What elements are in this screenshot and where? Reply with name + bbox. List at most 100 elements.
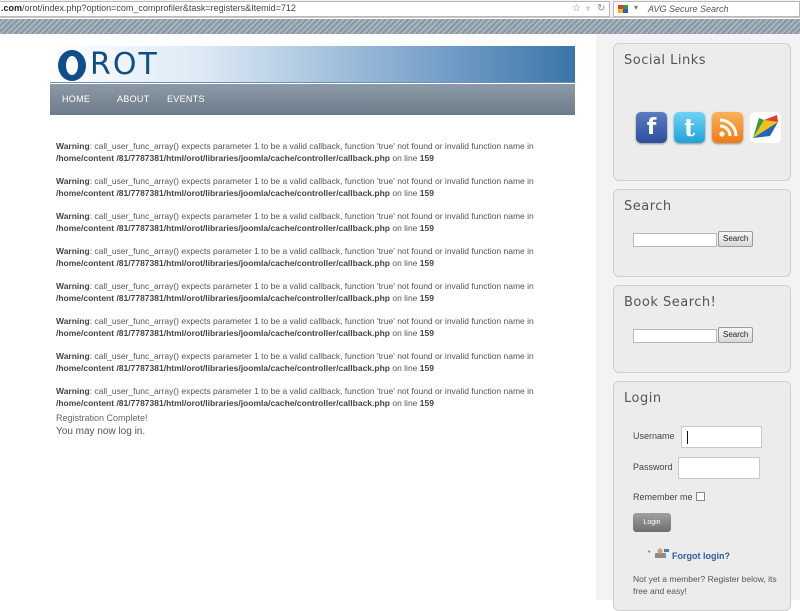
login-button[interactable]: Login bbox=[633, 513, 671, 532]
warning-online: on line bbox=[389, 153, 420, 163]
warning-label: Warning bbox=[56, 211, 90, 221]
social-icon-row: f t bbox=[636, 112, 781, 143]
address-bar[interactable]: .com/orot/index.php?option=com_comprofil… bbox=[0, 1, 610, 17]
warning-message: Warning: call_user_func_array() expects … bbox=[56, 315, 571, 339]
warning-path: /home/content /81/7787381/html/orot/libr… bbox=[56, 258, 390, 268]
password-label: Password bbox=[633, 462, 673, 472]
book-search-module: Book Search! Search bbox=[613, 285, 791, 373]
site-banner: ROT bbox=[50, 46, 575, 83]
remember-me-checkbox[interactable] bbox=[696, 492, 705, 501]
nav-home[interactable]: HOME bbox=[62, 94, 90, 104]
warning-message: Warning: call_user_func_array() expects … bbox=[56, 175, 571, 199]
warning-label: Warning bbox=[56, 141, 90, 151]
warning-path: /home/content /81/7787381/html/orot/libr… bbox=[56, 188, 390, 198]
main-nav: HOME ABOUT EVENTS bbox=[50, 84, 575, 115]
warning-text: : call_user_func_array() expects paramet… bbox=[89, 316, 534, 326]
browser-search-box[interactable]: ▾ AVG Secure Search bbox=[613, 1, 800, 17]
url-text: .com/orot/index.php?option=com_comprofil… bbox=[1, 3, 296, 13]
warning-path: /home/content /81/7787381/html/orot/libr… bbox=[56, 328, 390, 338]
warning-list: Warning: call_user_func_array() expects … bbox=[56, 140, 571, 409]
logo-o-mark bbox=[58, 49, 86, 81]
warning-label: Warning bbox=[56, 351, 90, 361]
avg-logo-icon bbox=[618, 5, 628, 14]
warning-online: on line bbox=[389, 398, 420, 408]
browser-search-placeholder: AVG Secure Search bbox=[648, 4, 729, 14]
book-search-input[interactable] bbox=[633, 329, 717, 343]
warning-label: Warning bbox=[56, 176, 90, 186]
google-buzz-icon[interactable] bbox=[750, 112, 781, 143]
warning-text: : call_user_func_array() expects paramet… bbox=[89, 246, 534, 256]
warning-text: : call_user_func_array() expects paramet… bbox=[89, 386, 534, 396]
social-links-module: Social Links f t bbox=[613, 43, 791, 181]
reload-icon[interactable]: ↻ bbox=[597, 2, 605, 16]
twitter-icon[interactable]: t bbox=[674, 112, 705, 143]
warning-text: : call_user_func_array() expects paramet… bbox=[89, 211, 534, 221]
rss-icon[interactable] bbox=[712, 112, 743, 143]
list-bullet: • bbox=[648, 549, 651, 556]
warning-path: /home/content /81/7787381/html/orot/libr… bbox=[56, 293, 390, 303]
warning-path: /home/content /81/7787381/html/orot/libr… bbox=[56, 398, 390, 408]
book-search-title: Book Search! bbox=[624, 295, 717, 310]
warning-text: : call_user_func_array() expects paramet… bbox=[89, 176, 534, 186]
bookmark-star-icon[interactable]: ☆ bbox=[572, 2, 581, 16]
engine-dropdown-icon[interactable]: ▾ bbox=[634, 3, 638, 12]
facebook-icon[interactable]: f bbox=[636, 112, 667, 143]
search-title: Search bbox=[624, 199, 672, 214]
search-button[interactable]: Search bbox=[718, 231, 754, 247]
nav-events[interactable]: EVENTS bbox=[167, 94, 205, 104]
warning-path: /home/content /81/7787381/html/orot/libr… bbox=[56, 223, 390, 233]
browser-toolbar: .com/orot/index.php?option=com_comprofil… bbox=[0, 0, 800, 18]
warning-text: : call_user_func_array() expects paramet… bbox=[89, 141, 534, 151]
warning-line-number: 159 bbox=[419, 258, 434, 268]
warning-text: : call_user_func_array() expects paramet… bbox=[89, 281, 534, 291]
warning-label: Warning bbox=[56, 281, 90, 291]
warning-label: Warning bbox=[56, 316, 90, 326]
forgot-login-icon bbox=[655, 546, 669, 558]
warning-message: Warning: call_user_func_array() expects … bbox=[56, 210, 571, 234]
warning-path: /home/content /81/7787381/html/orot/libr… bbox=[56, 153, 390, 163]
password-input[interactable] bbox=[678, 457, 760, 479]
book-search-button[interactable]: Search bbox=[718, 327, 754, 343]
warning-message: Warning: call_user_func_array() expects … bbox=[56, 140, 571, 164]
warning-line-number: 159 bbox=[419, 328, 434, 338]
warning-message: Warning: call_user_func_array() expects … bbox=[56, 280, 571, 304]
warning-online: on line bbox=[389, 223, 420, 233]
login-module: Login Username Password Remember me Logi… bbox=[613, 381, 791, 611]
warning-online: on line bbox=[389, 328, 420, 338]
text-cursor bbox=[687, 431, 688, 444]
search-input[interactable] bbox=[633, 233, 717, 247]
warning-line-number: 159 bbox=[419, 398, 434, 408]
warning-online: on line bbox=[389, 363, 420, 373]
may-log-in-text: You may now log in. bbox=[56, 426, 146, 437]
warning-line-number: 159 bbox=[419, 223, 434, 233]
search-module: Search Search bbox=[613, 189, 791, 277]
username-label: Username bbox=[633, 431, 675, 441]
logo-text: ROT bbox=[90, 47, 159, 82]
warning-message: Warning: call_user_func_array() expects … bbox=[56, 350, 571, 374]
remember-me-label: Remember me bbox=[633, 492, 693, 502]
site-logo[interactable]: ROT bbox=[58, 49, 159, 81]
warning-path: /home/content /81/7787381/html/orot/libr… bbox=[56, 363, 390, 373]
dropdown-arrow-icon[interactable]: ▿ bbox=[586, 2, 590, 16]
warning-online: on line bbox=[389, 188, 420, 198]
forgot-login-link[interactable]: Forgot login? bbox=[672, 551, 730, 561]
warning-online: on line bbox=[389, 293, 420, 303]
warning-label: Warning bbox=[56, 386, 90, 396]
warning-text: : call_user_func_array() expects paramet… bbox=[89, 351, 534, 361]
warning-line-number: 159 bbox=[419, 293, 434, 303]
login-title: Login bbox=[624, 391, 662, 406]
nav-about[interactable]: ABOUT bbox=[117, 94, 150, 104]
warning-label: Warning bbox=[56, 246, 90, 256]
warning-online: on line bbox=[389, 258, 420, 268]
warning-line-number: 159 bbox=[419, 188, 434, 198]
warning-message: Warning: call_user_func_array() expects … bbox=[56, 245, 571, 269]
header-stripe bbox=[0, 19, 800, 34]
warning-line-number: 159 bbox=[419, 363, 434, 373]
registration-complete-text: Registration Complete! bbox=[56, 413, 148, 423]
not-member-text: Not yet a member? Register below, its fr… bbox=[633, 574, 777, 596]
warning-message: Warning: call_user_func_array() expects … bbox=[56, 385, 571, 409]
social-links-title: Social Links bbox=[624, 53, 707, 68]
warning-line-number: 159 bbox=[419, 153, 434, 163]
main-content: Warning: call_user_func_array() expects … bbox=[56, 140, 571, 438]
username-input[interactable] bbox=[681, 426, 762, 448]
